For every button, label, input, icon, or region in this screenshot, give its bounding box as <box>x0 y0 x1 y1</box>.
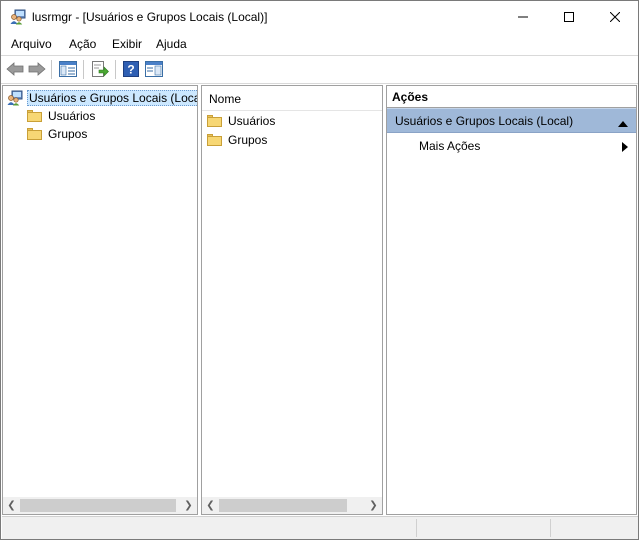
tree-horizontal-scrollbar[interactable]: ❮ ❯ <box>3 497 197 514</box>
scroll-right-icon[interactable]: ❯ <box>365 497 382 514</box>
show-hide-tree-button[interactable] <box>58 59 78 79</box>
maximize-icon <box>564 12 574 22</box>
tree-item-label: Usuários <box>48 109 96 123</box>
back-button[interactable] <box>5 59 25 79</box>
tree-item-usuarios[interactable]: Usuários <box>27 107 95 125</box>
folder-icon <box>207 115 222 127</box>
menu-arquivo[interactable]: Arquivo <box>11 37 52 51</box>
users-computer-icon <box>7 90 23 106</box>
show-hide-tree-icon <box>59 61 77 77</box>
menu-ajuda[interactable]: Ajuda <box>156 37 187 51</box>
close-button[interactable] <box>592 1 638 33</box>
status-divider <box>550 519 551 537</box>
tree-item-root[interactable]: Usuários e Grupos Locais (Local) <box>7 89 197 107</box>
forward-button[interactable] <box>27 59 47 79</box>
menu-bar: Arquivo Ação Exibir Ajuda <box>1 33 638 56</box>
list-item-grupos[interactable]: Grupos <box>207 131 267 149</box>
column-header-label: Nome <box>209 92 242 106</box>
list-item-label: Usuários <box>228 114 276 128</box>
title-bar[interactable]: lusrmgr - [Usuários e Grupos Locais (Loc… <box>1 1 638 33</box>
forward-arrow-icon <box>28 62 46 76</box>
scroll-left-icon[interactable]: ❮ <box>202 497 219 514</box>
minimize-button[interactable] <box>500 1 546 33</box>
toolbar-separator <box>51 60 52 79</box>
toolbar: ? <box>1 56 638 84</box>
actions-group-header[interactable]: Usuários e Grupos Locais (Local) <box>387 108 636 133</box>
actions-header-label: Ações <box>392 90 429 104</box>
list-horizontal-scrollbar[interactable]: ❮ ❯ <box>202 497 382 514</box>
actions-pane: Ações Usuários e Grupos Locais (Local) M… <box>386 85 637 515</box>
scroll-right-icon[interactable]: ❯ <box>180 497 197 514</box>
back-arrow-icon <box>6 62 24 76</box>
tree-root-label: Usuários e Grupos Locais (Local) <box>27 90 197 106</box>
export-list-button[interactable] <box>90 59 110 79</box>
status-divider <box>416 519 417 537</box>
actions-group-title: Usuários e Grupos Locais (Local) <box>395 114 574 128</box>
folder-icon <box>27 110 42 122</box>
minimize-icon <box>518 16 528 18</box>
action-mais-acoes[interactable]: Mais Ações <box>419 137 480 155</box>
svg-text:?: ? <box>127 63 134 77</box>
mmc-window: lusrmgr - [Usuários e Grupos Locais (Loc… <box>0 0 639 540</box>
users-computer-icon <box>10 9 26 25</box>
toolbar-separator <box>115 60 116 79</box>
show-hide-action-pane-icon <box>145 61 163 77</box>
results-list-pane: Nome Usuários Grupos ❮ ❯ <box>201 85 383 515</box>
toolbar-separator <box>83 60 84 79</box>
status-bar <box>2 516 638 539</box>
menu-acao[interactable]: Ação <box>69 37 96 51</box>
scrollbar-thumb[interactable] <box>219 499 347 512</box>
show-hide-action-pane-button[interactable] <box>144 59 164 79</box>
tree-item-label: Grupos <box>48 127 88 141</box>
list-item-label: Grupos <box>228 133 268 147</box>
folder-icon <box>27 128 42 140</box>
window-title: lusrmgr - [Usuários e Grupos Locais (Loc… <box>32 10 268 24</box>
folder-icon <box>207 134 222 146</box>
action-label: Mais Ações <box>419 139 481 153</box>
submenu-arrow-icon[interactable] <box>622 141 628 155</box>
export-list-icon <box>92 61 109 77</box>
scroll-left-icon[interactable]: ❮ <box>3 497 20 514</box>
list-item-usuarios[interactable]: Usuários <box>207 112 275 130</box>
actions-header: Ações <box>387 86 636 108</box>
column-header-nome[interactable]: Nome <box>202 86 382 111</box>
maximize-button[interactable] <box>546 1 592 33</box>
menu-exibir[interactable]: Exibir <box>112 37 142 51</box>
console-tree-pane: Usuários e Grupos Locais (Local) Usuário… <box>2 85 198 515</box>
close-icon <box>610 12 620 22</box>
tree-item-grupos[interactable]: Grupos <box>27 125 87 143</box>
scrollbar-thumb[interactable] <box>20 499 176 512</box>
collapse-arrow-icon[interactable] <box>618 116 628 130</box>
help-icon: ? <box>123 61 139 77</box>
help-button[interactable]: ? <box>121 59 141 79</box>
